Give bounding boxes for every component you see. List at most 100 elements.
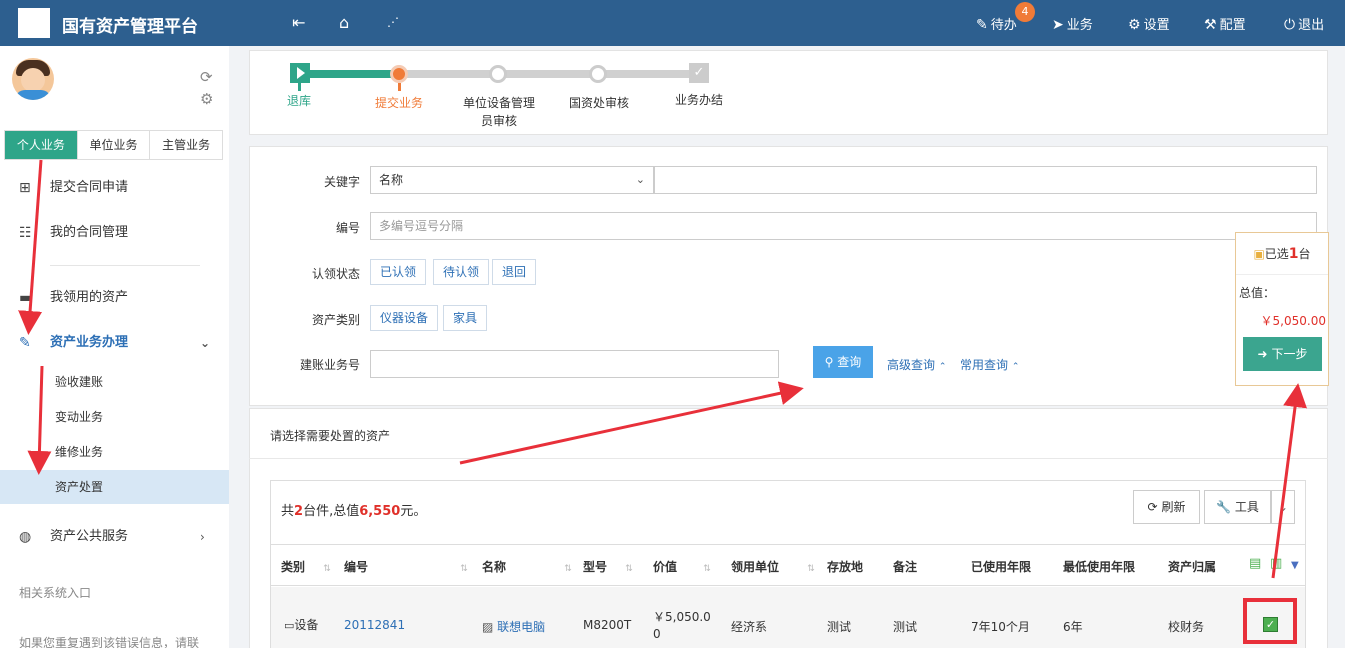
export-icon[interactable]: ▤	[1249, 556, 1261, 571]
box-icon: ▣	[1253, 247, 1265, 261]
add-file-icon[interactable]: ▥	[1270, 556, 1282, 571]
home-icon[interactable]: ⌂	[339, 13, 349, 32]
gear-icon[interactable]: ⚙	[200, 90, 213, 108]
row-used-years: 7年10个月	[971, 620, 1030, 634]
progress-steps	[249, 50, 1328, 135]
business-tabs: 个人业务 单位业务 主管业务	[4, 130, 223, 160]
col-category[interactable]: 类别 ⇅	[281, 558, 331, 575]
col-code[interactable]: 编号 ⇅	[344, 558, 468, 575]
refresh-icon: ⟳	[1147, 500, 1158, 514]
status-label: 认领状态	[311, 267, 360, 281]
sidebar-item-my-assets[interactable]: ▬ 我领用的资产	[0, 281, 229, 315]
footer-note: 如果您重复遇到该错误信息，请联	[19, 636, 200, 648]
logout-menu[interactable]: ⏻ 退出	[1284, 14, 1324, 33]
col-value[interactable]: 价值 ⇅	[653, 558, 711, 575]
row-location: 测试	[827, 620, 852, 634]
tab-unit[interactable]: 单位业务	[78, 131, 151, 159]
business-menu[interactable]: ➤ 业务	[1052, 14, 1093, 33]
refresh-icon[interactable]: ⟳	[200, 68, 213, 86]
col-model[interactable]: 型号 ⇅	[583, 558, 633, 575]
arrow-right-icon: ➜	[1257, 347, 1268, 361]
table-summary: 共2台件,总值6,550元。	[281, 504, 427, 519]
plus-square-icon: ⊞	[19, 180, 31, 196]
col-unit[interactable]: 领用单位 ⇅	[731, 558, 815, 575]
collapse-sidebar-icon[interactable]: ⇤	[292, 13, 305, 32]
step-label-4: 国资处审核	[568, 96, 629, 110]
tab-supervisor[interactable]: 主管业务	[150, 131, 222, 159]
tab-personal[interactable]: 个人业务	[5, 131, 78, 159]
sidebar-sub-repair[interactable]: 维修业务	[0, 435, 229, 469]
wrench-icon: 🔧	[1216, 500, 1232, 514]
gear-icon: ⚙	[1128, 17, 1141, 33]
wrench-icon: ⚒	[1204, 17, 1217, 33]
app-title: 国有资产管理平台	[62, 17, 198, 37]
tools-dropdown[interactable]: ⌄	[1271, 490, 1295, 524]
row-value: ￥5,050.0 0	[653, 610, 711, 641]
settings-menu[interactable]: ⚙ 设置	[1128, 14, 1170, 33]
step-dot-4	[589, 65, 607, 83]
status-returned[interactable]: 退回	[492, 259, 537, 285]
next-step-button[interactable]: ➜ 下一步	[1243, 337, 1322, 371]
keyword-input[interactable]	[654, 166, 1317, 194]
pencil-icon: ✎	[19, 335, 31, 351]
laptop-icon: ▬	[19, 290, 33, 306]
logo	[18, 8, 50, 38]
col-location: 存放地	[827, 560, 864, 574]
sidebar-sub-acceptance[interactable]: 验收建账	[0, 365, 229, 399]
row-model: M8200T	[583, 618, 632, 632]
signal-icon[interactable]: ⋰	[387, 15, 399, 29]
config-menu[interactable]: ⚒ 配置	[1204, 14, 1246, 33]
related-systems[interactable]: 相关系统入口	[19, 584, 91, 601]
sidebar-item-my-contracts[interactable]: ☷ 我的合同管理	[0, 216, 229, 250]
status-pending[interactable]: 待认领	[433, 259, 490, 285]
sidebar-item-asset-business[interactable]: ✎ 资产业务办理 ⌄	[0, 326, 229, 360]
edit-icon: ✎	[976, 17, 988, 33]
todo-menu[interactable]: ✎ 待办	[976, 14, 1017, 33]
total-label: 总值：	[1239, 286, 1276, 300]
table-heading: 请选择需要处置的资产	[270, 429, 391, 443]
code-input[interactable]	[370, 212, 1317, 240]
keyword-select[interactable]: 名称 ⌄	[370, 166, 654, 194]
table-row[interactable]	[271, 587, 1305, 648]
row-remark: 测试	[893, 620, 918, 634]
chevron-down-icon: ⌄	[635, 173, 645, 186]
account-input[interactable]	[370, 350, 779, 378]
refresh-button[interactable]: ⟳ 刷新	[1133, 490, 1200, 524]
avatar[interactable]	[12, 58, 54, 100]
category-instrument[interactable]: 仪器设备	[370, 305, 439, 331]
chevron-down-icon: ⌄	[200, 336, 211, 350]
row-checkbox[interactable]: ✓	[1263, 617, 1278, 632]
sidebar-sub-change[interactable]: 变动业务	[0, 400, 229, 434]
step-label-1: 退库	[286, 94, 311, 108]
top-bar: 国有资产管理平台 ⇤ ⌂ ⋰ ✎ 待办 4 ➤ 业务 ⚙ 设置 ⚒ 配置 ⏻ 退出	[0, 0, 1345, 46]
image-icon: ▨	[482, 620, 494, 634]
row-code[interactable]: 20112841	[344, 618, 405, 632]
caret-down-icon[interactable]: ▼	[1291, 560, 1299, 571]
query-button[interactable]: ⚲ 查询	[813, 346, 873, 378]
sidebar-sub-disposal[interactable]: 资产处置	[0, 470, 229, 504]
common-query-link[interactable]: 常用查询 ⌃	[960, 356, 1019, 373]
account-label: 建账业务号	[299, 358, 360, 372]
col-min-years: 最低使用年限	[1063, 560, 1136, 574]
status-claimed[interactable]: 已认领	[370, 259, 427, 285]
step-dot-current	[390, 65, 408, 83]
check-icon: ✓	[689, 63, 709, 83]
row-min-years: 6年	[1063, 620, 1083, 634]
tools-button[interactable]: 🔧 工具	[1204, 490, 1271, 524]
row-owner: 校财务	[1168, 620, 1205, 634]
step-dot-3	[489, 65, 507, 83]
row-category: ▭设备	[284, 618, 319, 632]
col-owner: 资产归属	[1168, 560, 1217, 574]
row-name[interactable]: ▨ 联想电脑	[482, 618, 545, 635]
globe-icon: ◍	[19, 529, 32, 545]
sidebar-item-submit-contract[interactable]: ⊞ 提交合同申请	[0, 171, 229, 205]
sidebar: ⟳ ⚙ 个人业务 单位业务 主管业务 ⊞ 提交合同申请 ☷ 我的合同管理 ▬ 我…	[0, 46, 229, 648]
advanced-query-link[interactable]: 高级查询 ⌃	[887, 356, 946, 373]
sidebar-item-public-service[interactable]: ◍ 资产公共服务 ›	[0, 520, 229, 554]
code-label: 编号	[335, 221, 360, 235]
chevron-right-icon: ›	[200, 530, 205, 544]
col-name[interactable]: 名称 ⇅	[482, 558, 572, 575]
step-label-2: 提交业务	[374, 96, 423, 110]
paper-plane-icon: ➤	[1052, 17, 1064, 33]
category-furniture[interactable]: 家具	[443, 305, 488, 331]
